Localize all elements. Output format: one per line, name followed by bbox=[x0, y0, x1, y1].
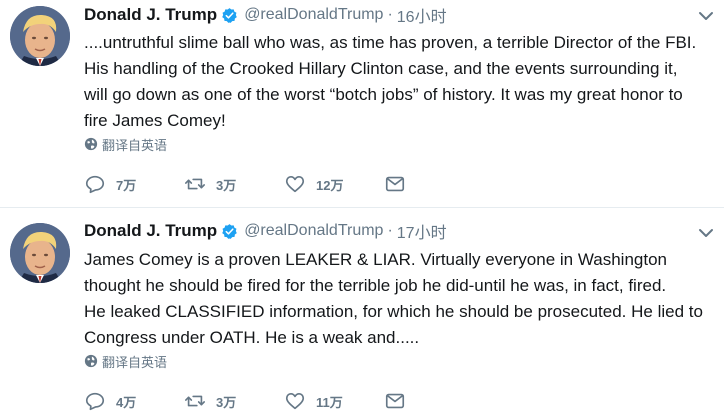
avatar[interactable] bbox=[10, 223, 70, 283]
tweet-text: James Comey is a proven LEAKER & LIAR. V… bbox=[84, 250, 703, 347]
reply-icon bbox=[85, 392, 105, 411]
author-handle[interactable]: @realDonaldTrump bbox=[244, 6, 383, 24]
tweet-actions: 4万 3万 11万 bbox=[84, 389, 724, 413]
heart-icon bbox=[285, 393, 305, 410]
reply-count: 7万 bbox=[116, 177, 137, 193]
tweet[interactable]: Donald J. Trump @realDonaldTrump · 16小时 … bbox=[0, 0, 724, 207]
tweet-actions: 7万 3万 12万 bbox=[84, 172, 724, 196]
like-button[interactable]: 12万 bbox=[284, 172, 343, 196]
chevron-down-icon[interactable] bbox=[698, 227, 714, 239]
verified-badge-icon bbox=[221, 223, 238, 240]
retweet-button[interactable]: 3万 bbox=[184, 172, 236, 196]
profile-photo-icon bbox=[10, 6, 70, 66]
retweet-icon bbox=[185, 178, 205, 190]
envelope-icon bbox=[385, 393, 405, 409]
author-name[interactable]: Donald J. Trump bbox=[84, 221, 217, 241]
reply-button[interactable]: 7万 bbox=[84, 172, 136, 196]
like-button[interactable]: 11万 bbox=[284, 389, 343, 413]
reply-button[interactable]: 4万 bbox=[84, 389, 136, 413]
direct-message-button[interactable] bbox=[384, 389, 416, 413]
translate-label[interactable]: 翻译自英语 bbox=[102, 352, 167, 371]
timeline: Donald J. Trump @realDonaldTrump · 16小时 … bbox=[0, 0, 724, 416]
retweet-icon bbox=[185, 395, 205, 407]
tweet-timestamp[interactable]: 17小时 bbox=[397, 219, 447, 243]
tweet-text: ....untruthful slime ball who was, as ti… bbox=[84, 33, 697, 130]
globe-icon bbox=[84, 137, 98, 151]
author-name[interactable]: Donald J. Trump bbox=[84, 5, 217, 25]
direct-message-button[interactable] bbox=[384, 172, 416, 196]
tweet-header: Donald J. Trump @realDonaldTrump · 17小时 bbox=[84, 220, 447, 242]
author-handle[interactable]: @realDonaldTrump bbox=[244, 222, 383, 240]
retweet-button[interactable]: 3万 bbox=[184, 389, 236, 413]
tweet[interactable]: Donald J. Trump @realDonaldTrump · 17小时 … bbox=[0, 207, 724, 416]
separator-dot: · bbox=[387, 222, 393, 239]
profile-photo-icon bbox=[10, 223, 70, 283]
reply-icon bbox=[85, 175, 105, 194]
translate-link[interactable]: 翻译自英语 bbox=[84, 352, 167, 370]
verified-badge-icon bbox=[221, 7, 238, 24]
retweet-count: 3万 bbox=[216, 394, 237, 410]
tweet-timestamp[interactable]: 16小时 bbox=[397, 3, 447, 27]
envelope-icon bbox=[385, 176, 405, 192]
translate-link[interactable]: 翻译自英语 bbox=[84, 135, 167, 153]
reply-count: 4万 bbox=[116, 394, 137, 410]
heart-icon bbox=[285, 176, 305, 193]
tweet-header: Donald J. Trump @realDonaldTrump · 16小时 bbox=[84, 4, 447, 26]
separator-dot: · bbox=[387, 6, 393, 23]
translate-label[interactable]: 翻译自英语 bbox=[102, 135, 167, 154]
globe-icon bbox=[84, 354, 98, 368]
like-count: 12万 bbox=[316, 177, 344, 193]
chevron-down-icon[interactable] bbox=[698, 10, 714, 22]
retweet-count: 3万 bbox=[216, 177, 237, 193]
avatar[interactable] bbox=[10, 6, 70, 66]
like-count: 11万 bbox=[316, 394, 343, 410]
